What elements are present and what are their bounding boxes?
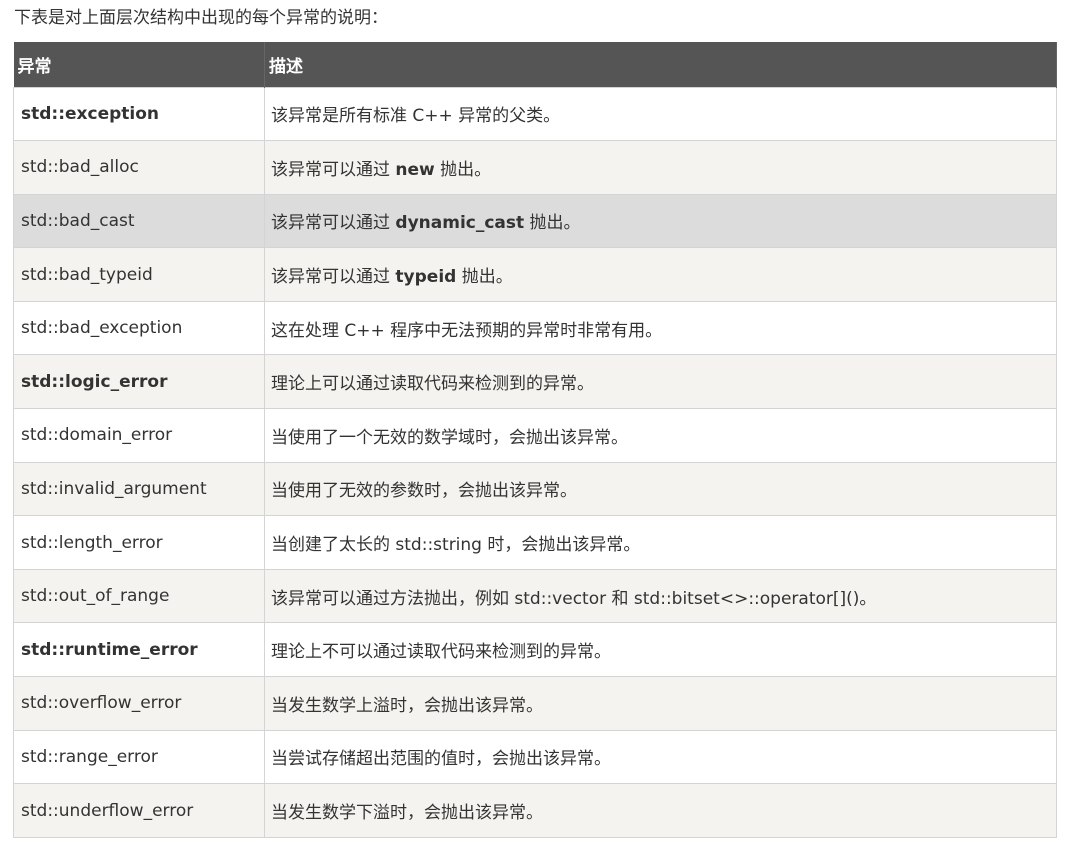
table-row: std::runtime_error 理论上不可以通过读取代码来检测到的异常。 xyxy=(13,622,1057,678)
exception-name-cell: std::out_of_range xyxy=(13,568,265,624)
exception-description-cell: 该异常可以通过 dynamic_cast 抛出。 xyxy=(264,193,1057,249)
table-row: std::invalid_argument 当使用了无效的参数时，会抛出该异常。 xyxy=(13,461,1057,517)
exception-name-cell: std::underflow_error xyxy=(13,783,265,838)
description-text: 当创建了太长的 std::string 时，会抛出该异常。 xyxy=(271,535,641,556)
exception-description-cell: 该异常可以通过 typeid 抛出。 xyxy=(264,247,1057,302)
exceptions-table: 异常 描述 std::exception 该异常是所有标准 C++ 异常的父类。 s… xyxy=(13,42,1057,838)
exception-name-cell: std::length_error xyxy=(13,515,265,570)
exception-name-cell: std::bad_typeid xyxy=(13,247,265,302)
description-text: 该异常可以通过 xyxy=(271,267,396,288)
keyword-text: dynamic_cast xyxy=(395,213,525,234)
exception-name-cell: std::bad_exception xyxy=(13,300,265,356)
description-text: 该异常可以通过 xyxy=(271,159,396,180)
table-row: std::logic_error 理论上可以通过读取代码来检测到的异常。 xyxy=(13,354,1057,410)
description-text: 当使用了一个无效的数学域时，会抛出该异常。 xyxy=(271,427,628,448)
description-text: 当尝试存储超出范围的值时，会抛出该异常。 xyxy=(271,749,611,770)
table-row: std::out_of_range 该异常可以通过方法抛出，例如 std::vec… xyxy=(13,568,1057,624)
exception-description-cell: 理论上可以通过读取代码来检测到的异常。 xyxy=(264,354,1057,410)
keyword-text: typeid xyxy=(395,267,457,288)
exception-name-cell: std::overflow_error xyxy=(13,676,265,731)
exception-name-cell: std::bad_cast xyxy=(13,193,265,249)
table-row: std::bad_typeid 该异常可以通过 typeid 抛出。 xyxy=(13,247,1057,302)
description-text: 该异常可以通过方法抛出，例如 std::vector 和 std::bitset… xyxy=(271,588,877,609)
description-text: 该异常是所有标准 C++ 异常的父类。 xyxy=(271,106,561,127)
description-text: 这在处理 C++ 程序中无法预期的异常时非常有用。 xyxy=(271,320,663,341)
table-header-row: 异常 描述 xyxy=(13,42,1057,87)
exception-description-cell: 当创建了太长的 std::string 时，会抛出该异常。 xyxy=(264,515,1057,570)
table-row: std::bad_alloc 该异常可以通过 new 抛出。 xyxy=(13,140,1057,195)
description-text: 抛出。 xyxy=(456,267,513,288)
intro-text: 下表是对上面层次结构中出现的每个异常的说明： xyxy=(14,8,388,28)
table-row: std::overflow_error 当发生数学上溢时，会抛出该异常。 xyxy=(13,676,1057,731)
table-row: std::exception 该异常是所有标准 C++ 异常的父类。 xyxy=(13,86,1057,142)
table-row: std::bad_exception 这在处理 C++ 程序中无法预期的异常时非常… xyxy=(13,300,1057,356)
exception-name-cell: std::domain_error xyxy=(13,408,265,463)
keyword-text: new xyxy=(395,159,435,180)
description-text: 当发生数学上溢时，会抛出该异常。 xyxy=(271,695,543,716)
exception-description-cell: 该异常是所有标准 C++ 异常的父类。 xyxy=(264,86,1057,142)
description-text: 抛出。 xyxy=(524,213,581,234)
header-description: 描述 xyxy=(264,42,1057,87)
exception-name-cell: std::exception xyxy=(13,86,265,142)
exception-name-cell: std::invalid_argument xyxy=(13,461,265,517)
table-row: std::length_error 当创建了太长的 std::string 时，会… xyxy=(13,515,1057,570)
table-row: std::range_error 当尝试存储超出范围的值时，会抛出该异常。 xyxy=(13,729,1057,785)
description-text: 理论上不可以通过读取代码来检测到的异常。 xyxy=(271,642,611,663)
exception-name-cell: std::runtime_error xyxy=(13,622,265,678)
exception-name-cell: std::logic_error xyxy=(13,354,265,410)
header-exception: 异常 xyxy=(13,42,265,87)
exception-description-cell: 该异常可以通过 new 抛出。 xyxy=(264,140,1057,195)
exception-description-cell: 当使用了无效的参数时，会抛出该异常。 xyxy=(264,461,1057,517)
description-text: 抛出。 xyxy=(434,159,492,180)
exception-description-cell: 当发生数学上溢时，会抛出该异常。 xyxy=(264,676,1057,731)
description-text: 理论上可以通过读取代码来检测到的异常。 xyxy=(271,374,594,395)
table-row: std::bad_cast 该异常可以通过 dynamic_cast 抛出。 xyxy=(13,193,1057,249)
table-row: std::domain_error 当使用了一个无效的数学域时，会抛出该异常。 xyxy=(13,408,1057,463)
description-text: 该异常可以通过 xyxy=(271,213,396,234)
description-text: 当使用了无效的参数时，会抛出该异常。 xyxy=(271,481,577,502)
description-text: 当发生数学下溢时，会抛出该异常。 xyxy=(271,803,543,824)
table-row: std::underflow_error 当发生数学下溢时，会抛出该异常。 xyxy=(13,783,1057,838)
exception-description-cell: 该异常可以通过方法抛出，例如 std::vector 和 std::bitset… xyxy=(264,568,1057,624)
exception-description-cell: 当使用了一个无效的数学域时，会抛出该异常。 xyxy=(264,408,1057,463)
exception-description-cell: 这在处理 C++ 程序中无法预期的异常时非常有用。 xyxy=(264,300,1057,356)
exception-name-cell: std::range_error xyxy=(13,729,265,785)
exception-description-cell: 理论上不可以通过读取代码来检测到的异常。 xyxy=(264,622,1057,678)
exception-description-cell: 当尝试存储超出范围的值时，会抛出该异常。 xyxy=(264,729,1057,785)
exception-name-cell: std::bad_alloc xyxy=(13,140,265,195)
exception-description-cell: 当发生数学下溢时，会抛出该异常。 xyxy=(264,783,1057,838)
